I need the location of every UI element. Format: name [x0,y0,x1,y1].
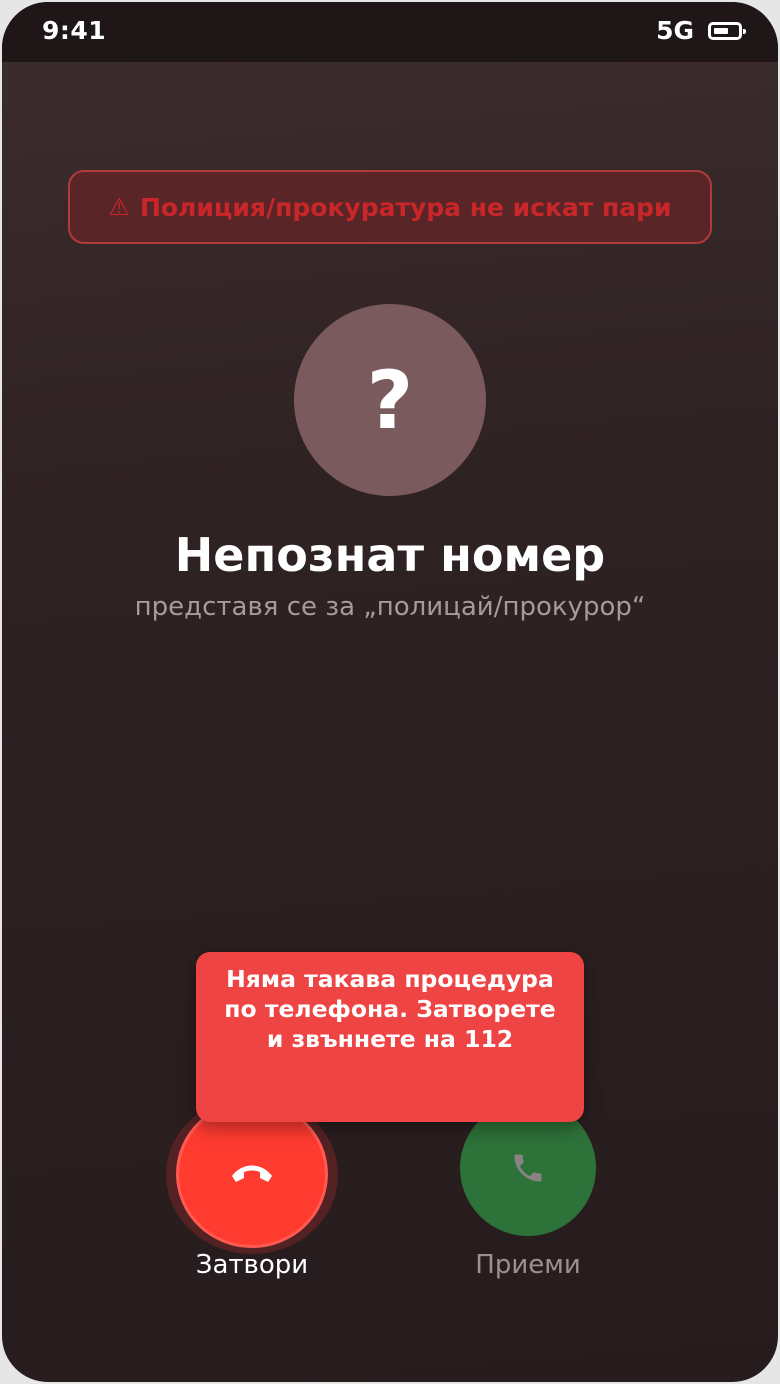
safety-tooltip: Няма такава процедура по телефона. Затво… [196,952,584,1122]
decline-call-button[interactable] [176,1100,328,1248]
status-indicators: 5G [656,16,746,45]
warning-banner: ⚠ Полиция/прокуратура не искат пари [68,170,712,244]
caller-name: Непознат номер [174,528,606,582]
status-bar: 9:41 5G [2,2,778,62]
caller-avatar: ? [294,304,486,496]
caller-subtitle: представя се за „полицай/прокурор“ [134,592,646,622]
battery-icon [708,21,746,40]
warning-text: Полиция/прокуратура не искат пари [139,192,672,222]
network-indicator: 5G [656,16,694,45]
accept-label: Приеми [475,1250,581,1280]
phone-icon [514,1154,542,1182]
decline-label: Затвори [195,1250,309,1280]
hang-up-icon [232,1165,272,1182]
status-time: 9:41 [42,16,107,45]
warning-icon: ⚠ [108,193,130,221]
phone-screen: 9:41 5G ⚠ Полиция/прокуратура не искат п… [2,2,778,1382]
